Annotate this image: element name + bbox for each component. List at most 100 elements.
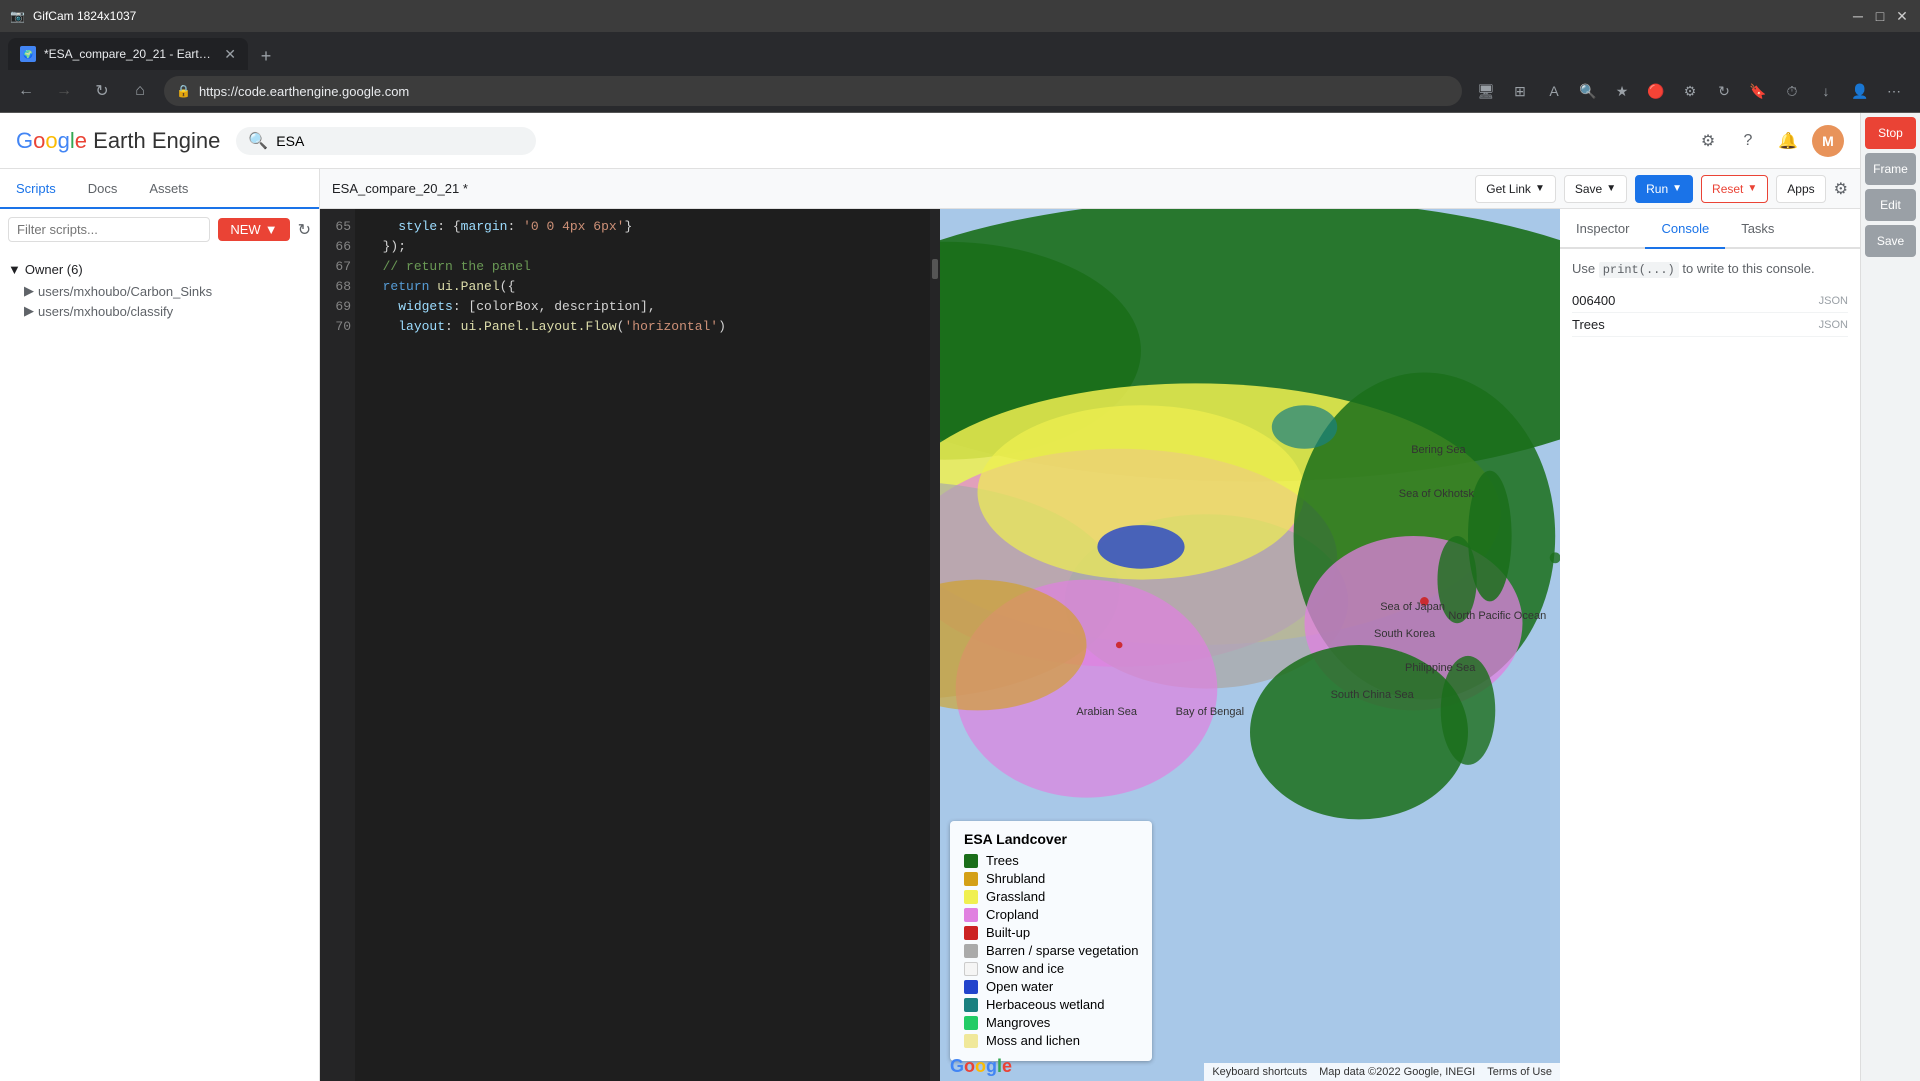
legend-item-moss: Moss and lichen: [964, 1033, 1138, 1048]
new-btn-label: NEW: [230, 222, 260, 237]
browser-chrome: 🌍 *ESA_compare_20_21 - Earth En... ✕ + ←…: [0, 32, 1920, 113]
ee-header: Google Earth Engine 🔍 ⚙ ? 🔔 M: [0, 113, 1860, 169]
terms-of-use-link[interactable]: Terms of Use: [1487, 1066, 1552, 1078]
cast-icon[interactable]: 🖥: [1472, 77, 1500, 105]
url-bar[interactable]: 🔒 https://code.earthengine.google.com: [164, 76, 1462, 106]
filter-input[interactable]: [8, 217, 210, 242]
save-btn[interactable]: Save ▼: [1564, 175, 1627, 203]
legend-item-mangroves: Mangroves: [964, 1015, 1138, 1030]
console-item: 006400 JSON: [1572, 289, 1848, 313]
edit-btn[interactable]: Edit: [1865, 189, 1916, 221]
code-editor[interactable]: 65 66 67 68 69 70 style: {margin: '0 0 4…: [320, 209, 940, 1081]
titlebar-app-icon: 📷: [10, 9, 25, 23]
scripts-list: ▼ Owner (6) ▶ users/mxhoubo/Carbon_Sinks…: [0, 250, 319, 337]
list-item[interactable]: ▶ users/mxhoubo/Carbon_Sinks: [8, 281, 311, 301]
tab-console[interactable]: Console: [1645, 209, 1725, 249]
extension1-icon[interactable]: 🔴: [1642, 77, 1670, 105]
save-gif-btn[interactable]: Save: [1865, 225, 1916, 257]
frame-btn[interactable]: Frame: [1865, 153, 1916, 185]
address-bar: ← → ↻ ⌂ 🔒 https://code.earthengine.googl…: [0, 70, 1920, 112]
titlebar: 📷 GifCam 1824x1037 ─ □ ✕: [0, 0, 1920, 32]
refresh-icon[interactable]: ↻: [1710, 77, 1738, 105]
grid-icon[interactable]: ⊞: [1506, 77, 1534, 105]
ee-search-bar[interactable]: 🔍: [236, 127, 536, 155]
keyboard-shortcuts-link[interactable]: Keyboard shortcuts: [1212, 1066, 1307, 1078]
download-icon[interactable]: ↓: [1812, 77, 1840, 105]
url-text: https://code.earthengine.google.com: [199, 84, 409, 99]
scripts-tabs: Scripts Docs Assets: [0, 169, 319, 209]
tab-scripts[interactable]: Scripts: [0, 169, 72, 209]
settings-icon[interactable]: ⚙: [1692, 125, 1724, 157]
avatar[interactable]: M: [1812, 125, 1844, 157]
active-tab[interactable]: 🌍 *ESA_compare_20_21 - Earth En... ✕: [8, 38, 248, 70]
owner-header[interactable]: ▼ Owner (6): [8, 258, 311, 281]
tab-close-btn[interactable]: ✕: [224, 46, 236, 63]
code-line: });: [367, 237, 928, 257]
apps-btn[interactable]: Apps: [1776, 175, 1825, 203]
new-tab-btn[interactable]: +: [252, 42, 280, 70]
zoom-icon[interactable]: 🔍: [1574, 77, 1602, 105]
browser-actions: 🖥 ⊞ A 🔍 ★ 🔴 ⚙ ↻ 🔖 ⏱ ↓ 👤 ⋯: [1472, 77, 1908, 105]
code-line: layout: ui.Panel.Layout.Flow('horizontal…: [367, 317, 928, 337]
tab-inspector[interactable]: Inspector: [1560, 209, 1645, 249]
code-line: widgets: [colorBox, description],: [367, 297, 928, 317]
builtup-color: [964, 926, 978, 940]
ee-logo: Google Earth Engine: [16, 128, 220, 154]
triangle-icon: ▼: [8, 262, 21, 277]
history-icon[interactable]: ⏱: [1778, 77, 1806, 105]
mangroves-label: Mangroves: [986, 1015, 1050, 1030]
legend-item-cropland: Cropland: [964, 907, 1138, 922]
close-btn[interactable]: ✕: [1894, 8, 1910, 24]
grassland-label: Grassland: [986, 889, 1045, 904]
legend: ESA Landcover Trees Shrubland: [950, 821, 1152, 1061]
ee-app: Google Earth Engine 🔍 ⚙ ? 🔔 M Scripts: [0, 113, 1860, 1081]
mangroves-color: [964, 1016, 978, 1030]
font-icon[interactable]: A: [1540, 77, 1568, 105]
tab-assets[interactable]: Assets: [133, 169, 204, 209]
extension2-icon[interactable]: ⚙: [1676, 77, 1704, 105]
tab-tasks[interactable]: Tasks: [1725, 209, 1790, 249]
minimize-btn[interactable]: ─: [1850, 8, 1866, 24]
get-link-btn[interactable]: Get Link ▼: [1475, 175, 1556, 203]
maximize-btn[interactable]: □: [1872, 8, 1888, 24]
notifications-icon[interactable]: 🔔: [1772, 125, 1804, 157]
legend-item-water: Open water: [964, 979, 1138, 994]
refresh-scripts-icon[interactable]: ↻: [298, 220, 311, 240]
stop-btn[interactable]: Stop: [1865, 117, 1916, 149]
forward-btn[interactable]: →: [50, 77, 78, 105]
home-btn[interactable]: ⌂: [126, 77, 154, 105]
ee-body: Scripts Docs Assets NEW ▼ ↻ ▼: [0, 169, 1860, 1081]
star-icon[interactable]: ★: [1608, 77, 1636, 105]
barren-color: [964, 944, 978, 958]
map-container[interactable]: ⇔ Bering Sea Sea of Okhotsk Sea of Japan…: [940, 209, 1560, 1081]
settings-gear-icon[interactable]: ⚙: [1834, 179, 1848, 199]
reload-btn[interactable]: ↻: [88, 77, 116, 105]
run-btn[interactable]: Run ▼: [1635, 175, 1693, 203]
help-icon[interactable]: ?: [1732, 125, 1764, 157]
code-toolbar: ESA_compare_20_21 * Get Link ▼ Save ▼ Ru…: [320, 169, 1860, 209]
reset-btn[interactable]: Reset ▼: [1701, 175, 1768, 203]
search-input[interactable]: [276, 133, 476, 149]
item-label: users/mxhoubo/classify: [38, 304, 173, 319]
inspector-panel: Inspector Console Tasks Use print(...) t…: [1560, 209, 1860, 1081]
line-numbers: 65 66 67 68 69 70: [320, 209, 355, 1081]
menu-icon[interactable]: ⋯: [1880, 77, 1908, 105]
trees-color: [964, 854, 978, 868]
list-item[interactable]: ▶ users/mxhoubo/classify: [8, 301, 311, 321]
legend-item-grassland: Grassland: [964, 889, 1138, 904]
wetland-color: [964, 998, 978, 1012]
back-btn[interactable]: ←: [12, 77, 40, 105]
tab-title: *ESA_compare_20_21 - Earth En...: [44, 47, 216, 61]
scripts-search: NEW ▼ ↻: [0, 209, 319, 250]
console-value-1: Trees: [1572, 317, 1605, 332]
bookmark-icon[interactable]: 🔖: [1744, 77, 1772, 105]
main-content: Google Earth Engine 🔍 ⚙ ? 🔔 M Scripts: [0, 113, 1920, 1081]
new-script-btn[interactable]: NEW ▼: [218, 218, 289, 241]
cropland-label: Cropland: [986, 907, 1039, 922]
profile-icon[interactable]: 👤: [1846, 77, 1874, 105]
legend-title: ESA Landcover: [964, 831, 1138, 847]
wetland-label: Herbaceous wetland: [986, 997, 1105, 1012]
console-type-1: JSON: [1819, 319, 1848, 331]
lock-icon: 🔒: [176, 84, 191, 98]
tab-docs[interactable]: Docs: [72, 169, 134, 209]
